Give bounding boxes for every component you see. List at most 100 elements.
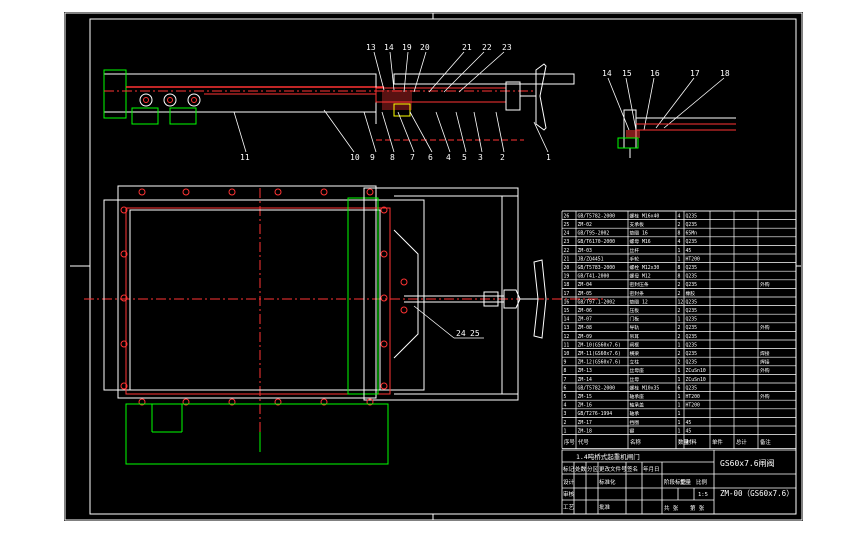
bom-cell-no: 25 [564,222,570,228]
callouts-plan: 24 25 [456,329,480,338]
bom-cell-material: Q235 [686,360,698,366]
bom-cell-material: Q235 [686,385,698,391]
bom-cell-name: 丝母座 [630,367,645,374]
bom-cell-no: 23 [564,239,570,245]
label-mark: 标记 [563,465,575,473]
bom-cell-no: 17 [564,291,570,297]
bom-cell-code: ZM-14 [578,377,593,383]
bom-table: 26 GB/T5782-2000 螺栓 M16x40 4 Q23525 ZM-02 支承板 2… [561,210,797,449]
bom-cell-name: 压板 [630,307,640,314]
bom-cell-qty: 1 [678,377,681,383]
bom-cell-qty: 2 [678,360,681,366]
bom-cell-name: 密封条 [630,290,645,297]
bom-cell-qty: 2 [678,222,681,228]
bom-cell-qty: 12 [678,299,684,305]
bom-cell-name: 轴承盖 [630,402,645,409]
bom-cell-no: 19 [564,274,570,280]
bom-cell-no: 13 [564,325,570,331]
bom-cell-code: ZM-06 [578,308,593,314]
label-scale: 比例 [696,478,708,486]
bom-header-cell: 名称 [630,438,641,446]
bom-cell-name: 导轨 [630,324,640,331]
bom-cell-code: GB/T97.1-2002 [578,299,616,305]
bom-cell-qty: 2 [678,351,681,357]
bom-cell-no: 14 [564,317,570,323]
bom-cell-code: ZM-05 [578,291,593,297]
bom-header-cell: 材料 [686,438,697,446]
label-sheets: 共 张 [664,504,679,512]
bom-cell-name: 螺栓 M16x40 [630,212,660,219]
bom-cell-note: 外购 [760,393,770,400]
label-approve: 批准 [599,503,611,511]
bom-cell-code: ZM-18 [578,428,593,434]
bom-header-cell: 单件 [712,438,723,446]
bom-cell-material: HT200 [686,256,701,262]
bom-header-cell: 代号 [578,438,589,446]
bom-cell-name: 闸框 [630,341,640,348]
bom-cell-code: ZM-02 [578,222,593,228]
label-check: 审核 [563,490,575,498]
bom-cell-note: 外购 [760,281,770,288]
bom-cell-no: 11 [564,342,570,348]
drawing-no: ZM-00（GS60x7.6） [720,489,794,498]
bom-cell-code: JB/ZQ4451 [578,256,604,262]
bom-cell-no: 12 [564,334,570,340]
bom-cell-qty: 1 [678,256,681,262]
bom-cell-qty: 4 [678,239,681,245]
bom-cell-no: 6 [564,385,567,391]
bom-cell-code: GB/T5782-2000 [578,385,616,391]
bom-cell-no: 9 [564,360,567,366]
bom-cell-material: 45 [686,420,692,426]
callout-bottom-1: 10 [350,153,360,162]
bom-cell-name: 垫圈 12 [630,298,648,305]
bom-cell-code: ZM-10(GS60x7.6) [578,342,621,348]
bom-cell-material: Q235 [686,213,698,219]
bom-header-cell: 备注 [760,438,771,446]
scale-value: 1:5 [698,492,708,498]
bom-cell-material: Q235 [686,342,698,348]
bom-cell-no: 26 [564,213,570,219]
callout-detail-1: 15 [622,69,632,78]
bom-cell-qty: 1 [678,428,681,434]
bom-cell-note: 焊接 [760,350,770,357]
bom-cell-no: 21 [564,256,570,262]
bom-cell-qty: 1 [678,394,681,400]
callout-top-5: 22 [482,43,492,52]
bom-cell-no: 4 [564,403,567,409]
bom-cell-material: Q235 [686,239,698,245]
bom-cell-qty: 1 [678,403,681,409]
bom-cell-no: 8 [564,368,567,374]
bom-cell-qty: 1 [678,317,681,323]
bom-cell-material: Q235 [686,282,698,288]
bom-cell-qty: 2 [678,291,681,297]
bom-cell-name: 支承板 [630,221,645,228]
callout-bottom-3: 8 [390,153,395,162]
bom-cell-material: 橡胶 [686,290,696,297]
callouts-bottom: 11 10 9 8 7 6 4 5 3 2 1 [240,153,551,162]
bom-cell-name: 吊耳 [630,334,640,340]
callout-plan-0: 24 [456,329,466,338]
bom-cell-name: 丝杆 [630,247,640,254]
callouts-detail: 14 15 16 17 18 [602,69,730,78]
bom-cell-code: ZM-13 [578,368,593,374]
callout-top-4: 21 [462,43,472,52]
bom-cell-name: 螺栓 M10x35 [630,384,660,391]
plan-view [84,185,604,465]
bom-cell-name: 螺母 M16 [630,238,651,245]
cad-drawing: 13 14 19 20 21 22 23 11 10 9 8 7 6 4 5 3… [64,12,803,521]
bom-cell-material: HT200 [686,394,701,400]
label-weight: 重量 [680,478,692,486]
bom-cell-no: 10 [564,351,570,357]
bom-cell-qty: 1 [678,248,681,254]
drawing-sheet: 13 14 19 20 21 22 23 11 10 9 8 7 6 4 5 3… [64,12,803,521]
bom-cell-qty: 2 [678,282,681,288]
bom-cell-no: 2 [564,420,567,426]
bom-cell-code: GB/T5782-2000 [578,213,616,219]
callout-bottom-10: 1 [546,153,551,162]
bom-cell-material: Q235 [686,265,698,271]
callout-top-1: 14 [384,43,394,52]
label-sign: 签名 [627,465,638,473]
bom-cell-qty: 1 [678,420,681,426]
bom-cell-name: 手轮 [630,255,640,262]
bom-cell-no: 24 [564,231,570,237]
